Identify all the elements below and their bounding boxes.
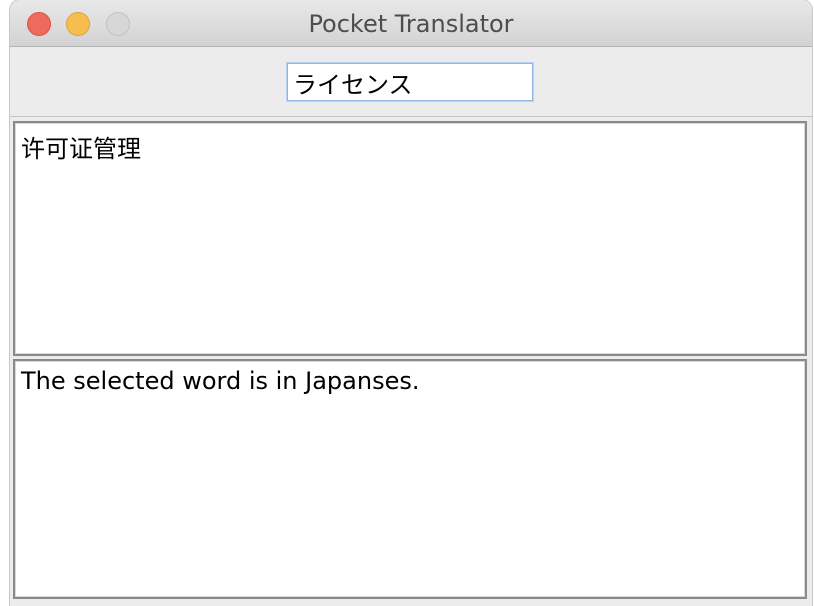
word-input[interactable] [287,63,533,101]
info-panel[interactable]: The selected word is in Japanses. [13,359,807,599]
title-bar[interactable]: Pocket Translator [10,0,812,47]
window-bottom-edge [10,599,812,606]
info-text: The selected word is in Japanses. [21,367,420,395]
translation-text: 许可证管理 [21,135,141,163]
window-title: Pocket Translator [308,10,514,38]
translation-panel[interactable]: 许可证管理 [13,121,807,356]
app-window: Pocket Translator 许可证管理 The selected wor… [10,0,812,606]
search-toolbar [10,47,812,117]
